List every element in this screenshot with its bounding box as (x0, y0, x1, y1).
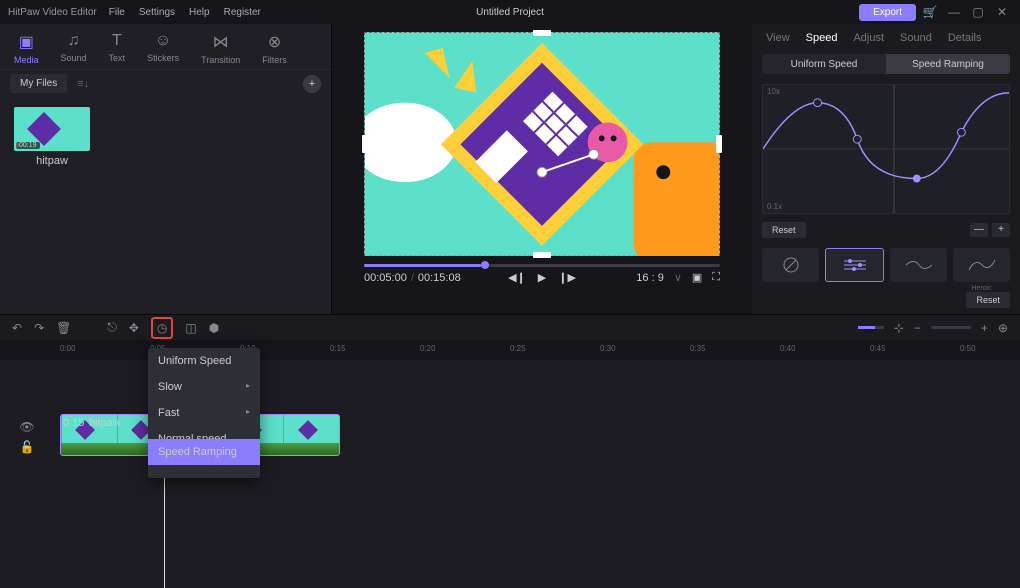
timeline-toolbar: ↶ ↷ 🗑 ⎋ ✥ ◷ ◫ ⬢ ⊹ − + ⊕ (0, 314, 1020, 340)
zoom-in-button[interactable]: + (981, 321, 988, 335)
speed-icon-highlighted[interactable]: ◷ (151, 317, 173, 339)
main-menu: File Settings Help Register (109, 7, 261, 18)
delete-icon[interactable]: 🗑 (56, 321, 71, 335)
menu-help[interactable]: Help (189, 7, 210, 18)
next-frame-button[interactable]: ❙▶ (558, 271, 576, 284)
tab-text[interactable]: TText (109, 32, 126, 65)
preview-canvas[interactable] (364, 32, 720, 256)
app-name: HitPaw Video Editor (8, 7, 97, 18)
preset-heroic[interactable]: Heroic (953, 248, 1010, 282)
tab-stickers[interactable]: ☺Stickers (147, 32, 179, 65)
seek-bar[interactable] (364, 264, 720, 267)
aspect-ratio[interactable]: 16 : 9 (636, 272, 664, 284)
tab-filters[interactable]: ⊗Filters (262, 32, 287, 65)
media-item-name: hitpaw (36, 155, 68, 167)
track-lock-icon[interactable]: 🔓 (20, 440, 35, 454)
preset-none[interactable] (762, 248, 819, 282)
current-time: 00:05:00 (364, 272, 407, 284)
move-icon[interactable]: ✥ (129, 321, 139, 335)
ctx-speed-ramping[interactable]: Speed Ramping (148, 439, 260, 465)
sort-icon[interactable]: ≡↓ (77, 78, 89, 90)
track-size-toggle[interactable] (858, 326, 884, 329)
filters-icon: ⊗ (268, 32, 281, 52)
rtab-details[interactable]: Details (948, 32, 982, 44)
rtab-speed[interactable]: Speed (806, 32, 838, 44)
my-files-tab[interactable]: My Files (10, 74, 67, 93)
export-button[interactable]: Export (859, 4, 916, 21)
crop-tool-icon[interactable]: ◫ (185, 321, 196, 335)
menu-settings[interactable]: Settings (139, 7, 175, 18)
chevron-right-icon: ▸ (246, 381, 250, 393)
add-media-button[interactable]: + (303, 75, 321, 93)
maximize-button[interactable]: ▢ (968, 5, 988, 19)
resize-handle-left[interactable] (362, 135, 368, 153)
title-bar: HitPaw Video Editor File Settings Help R… (0, 0, 1020, 24)
total-duration: 00:15:08 (418, 272, 461, 284)
media-item[interactable]: 00:19 hitpaw (14, 107, 90, 167)
properties-panel: View Speed Adjust Sound Details Uniform … (752, 24, 1020, 314)
zoom-fit-button[interactable]: ⊕ (998, 321, 1008, 335)
tab-sound[interactable]: ♫Sound (61, 32, 87, 65)
media-thumbnail: 00:19 (14, 107, 90, 151)
mask-icon[interactable]: ⬢ (209, 321, 219, 335)
preset-custom[interactable] (825, 248, 884, 282)
add-keyframe-button[interactable]: + (992, 223, 1010, 237)
close-button[interactable]: ✕ (992, 5, 1012, 19)
rtab-adjust[interactable]: Adjust (853, 32, 884, 44)
undo-icon[interactable]: ↶ (12, 321, 22, 335)
rtab-view[interactable]: View (766, 32, 790, 44)
menu-register[interactable]: Register (224, 7, 261, 18)
stickers-icon: ☺ (155, 32, 171, 50)
redo-icon[interactable]: ↷ (34, 321, 44, 335)
remove-keyframe-button[interactable]: — (970, 223, 988, 237)
sound-icon: ♫ (68, 32, 80, 50)
snap-icon[interactable]: ⊹ (894, 321, 904, 335)
text-icon: T (112, 32, 122, 50)
tab-transition[interactable]: ⋈Transition (201, 32, 240, 65)
speed-curve-editor[interactable]: 10x 0.1x (762, 84, 1010, 214)
zoom-slider[interactable] (931, 326, 971, 329)
minimize-button[interactable]: — (944, 5, 964, 19)
track-visibility-icon[interactable]: 👁 (19, 420, 34, 434)
ctx-fast[interactable]: Fast▸ (148, 400, 260, 426)
speed-ramping-tab[interactable]: Speed Ramping (886, 54, 1010, 74)
media-panel: ▣Media ♫Sound TText ☺Stickers ⋈Transitio… (0, 24, 332, 314)
play-button[interactable]: ▶ (538, 271, 546, 284)
media-icon: ▣ (19, 32, 34, 52)
resize-handle-right[interactable] (716, 135, 722, 153)
speed-mode-tabs: Uniform Speed Speed Ramping (762, 54, 1010, 74)
preview-panel: 00:05:00 / 00:15:08 ◀❙ ▶ ❙▶ 16 : 9∨ ▣ ⛶ (332, 24, 752, 314)
menu-file[interactable]: File (109, 7, 125, 18)
resize-handle-bottom[interactable] (533, 252, 551, 258)
project-title: Untitled Project (476, 7, 544, 18)
tab-media[interactable]: ▣Media (14, 32, 39, 65)
preset-wave1[interactable] (890, 248, 947, 282)
split-icon[interactable]: ⎋ (107, 320, 117, 335)
cart-icon[interactable]: 🛒 (920, 5, 940, 19)
rtab-sound[interactable]: Sound (900, 32, 932, 44)
preset-reset-button[interactable]: Reset (966, 292, 1010, 308)
curve-reset-button[interactable]: Reset (762, 222, 806, 238)
chevron-right-icon: ▸ (246, 407, 250, 419)
ctx-slow[interactable]: Slow▸ (148, 374, 260, 400)
speed-context-menu: Uniform Speed Slow▸ Fast▸ Normal speed S… (148, 348, 260, 478)
uniform-speed-tab[interactable]: Uniform Speed (762, 54, 886, 74)
transition-icon: ⋈ (213, 32, 229, 52)
fullscreen-icon[interactable]: ⛶ (712, 271, 720, 284)
zoom-out-button[interactable]: − (914, 321, 921, 335)
resize-handle-top[interactable] (533, 30, 551, 36)
ctx-uniform-speed[interactable]: Uniform Speed (148, 348, 260, 374)
prev-frame-button[interactable]: ◀❙ (508, 271, 526, 284)
crop-icon[interactable]: ▣ (692, 271, 702, 284)
